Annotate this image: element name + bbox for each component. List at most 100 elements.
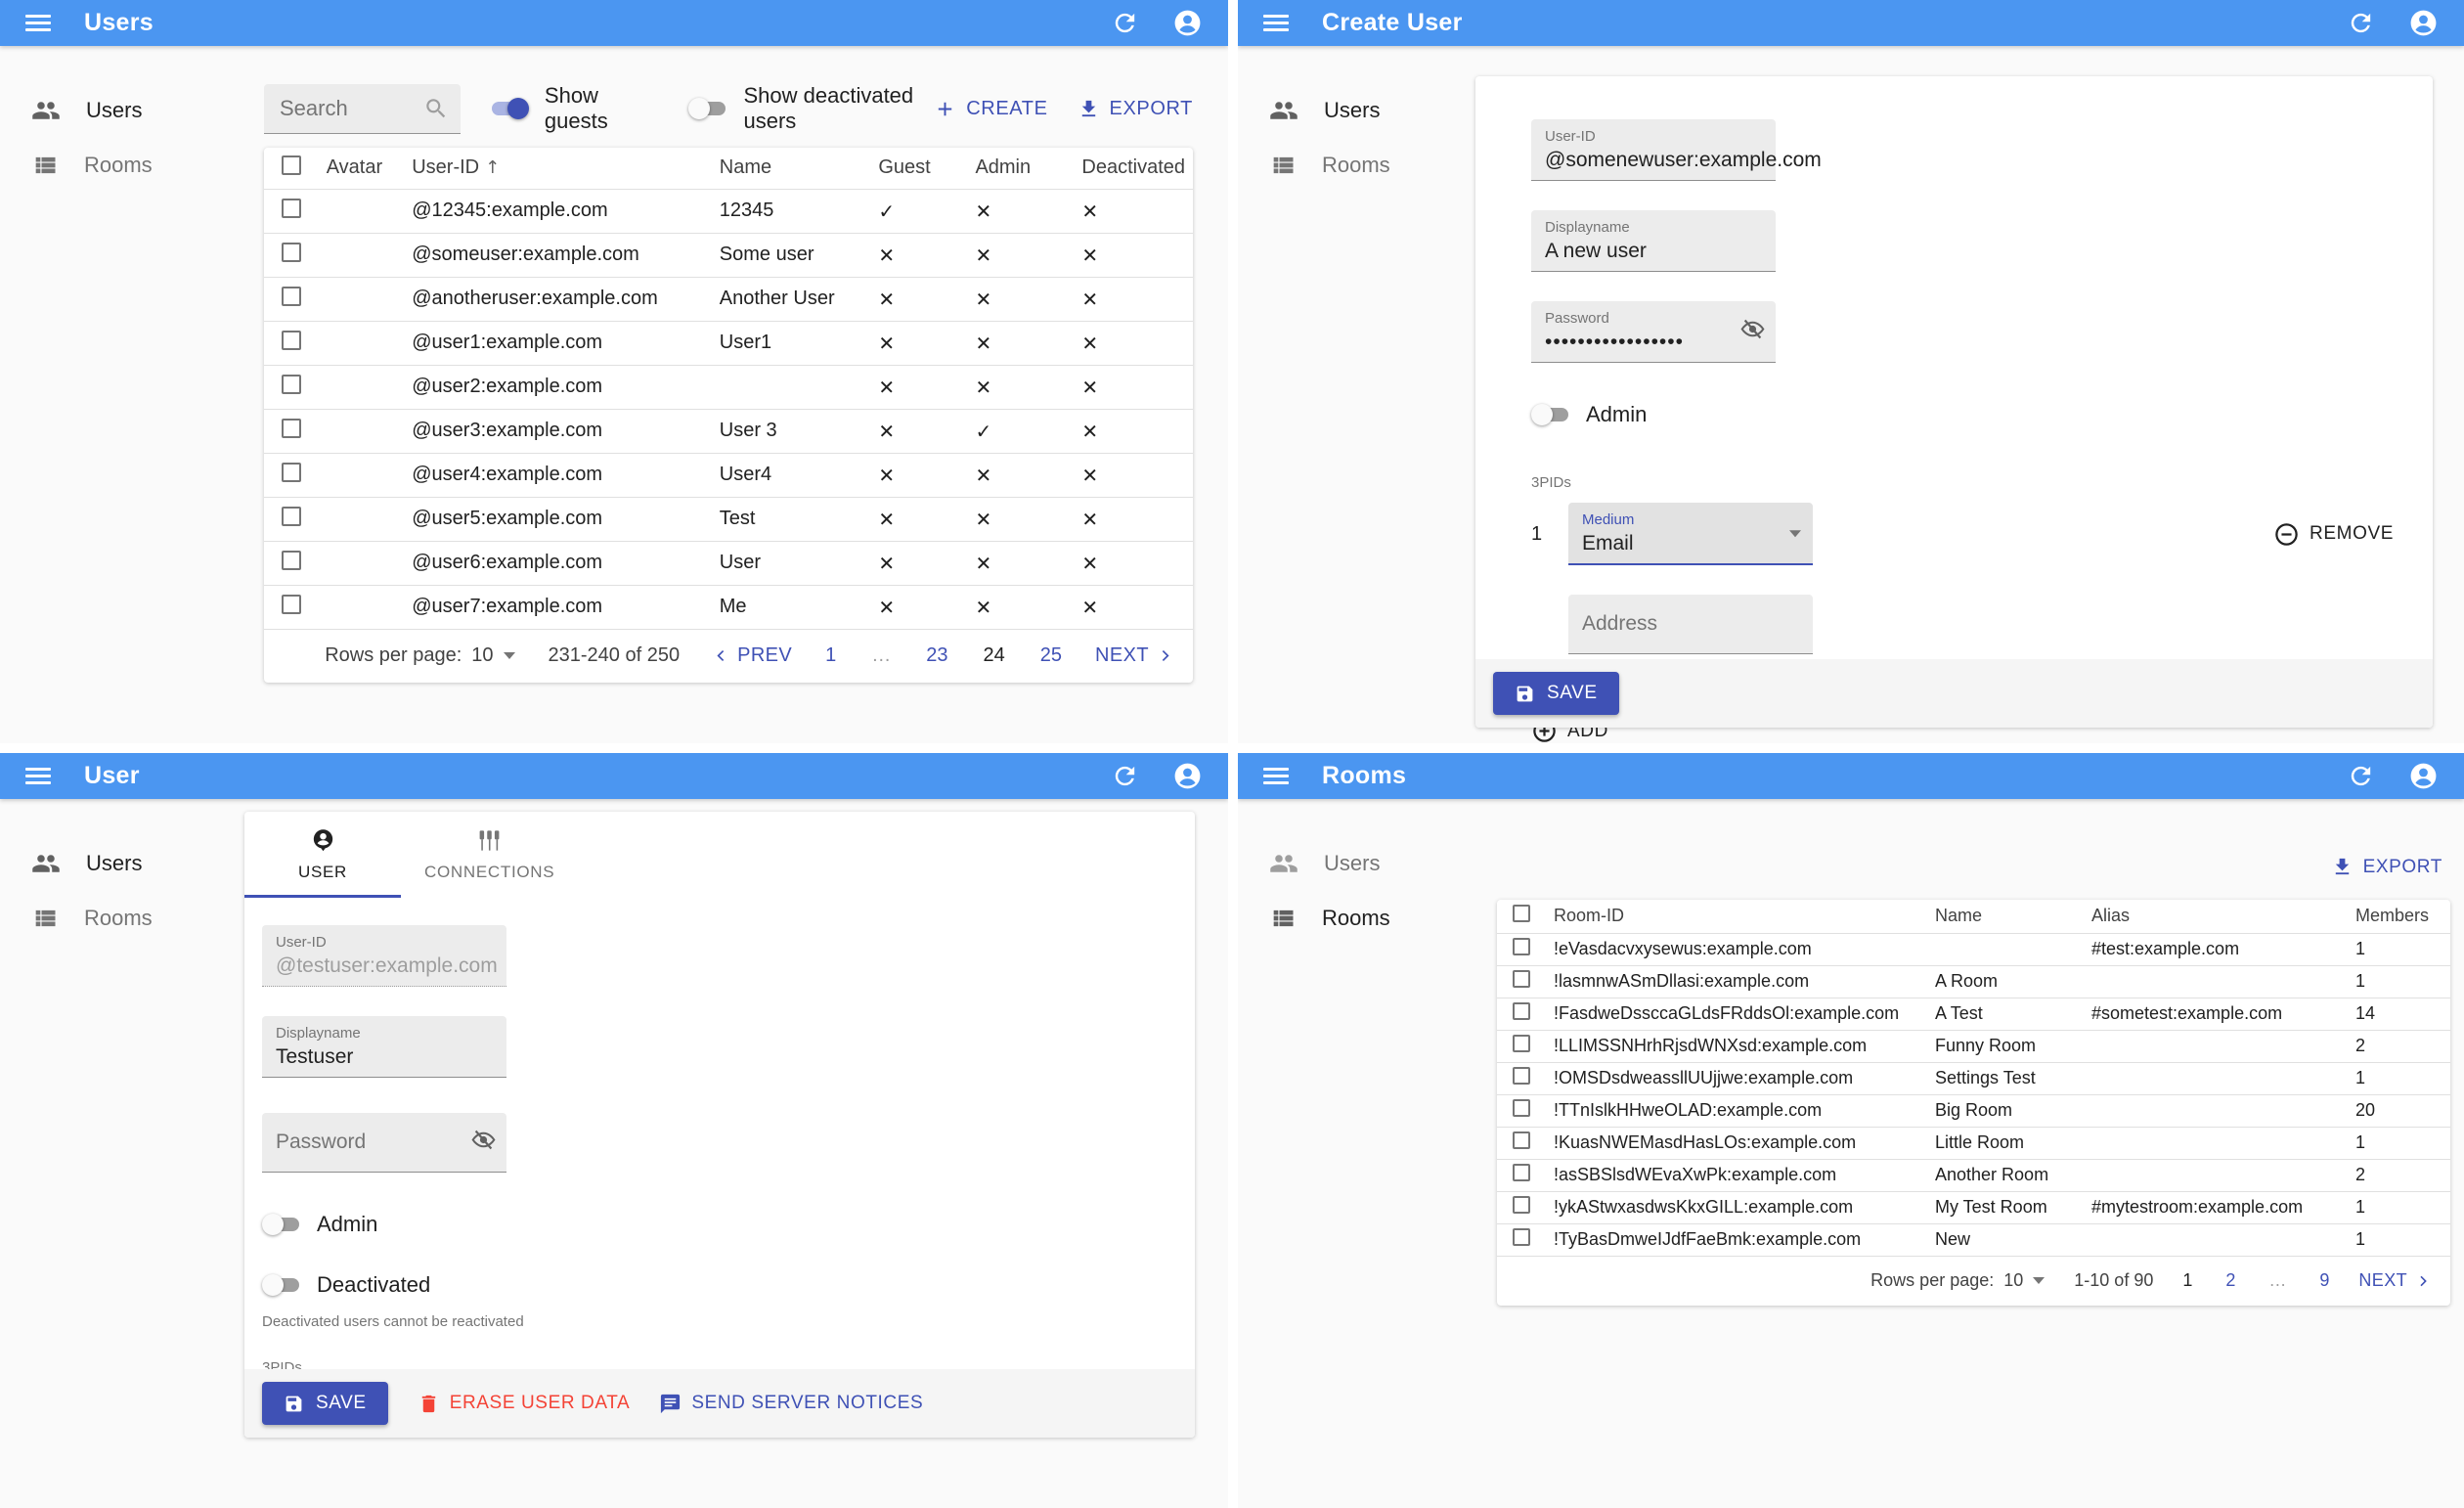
account-circle-icon[interactable] xyxy=(1172,8,1203,38)
displayname-field[interactable]: Displayname Testuser xyxy=(262,1016,506,1078)
row-checkbox[interactable] xyxy=(1513,1164,1530,1181)
page-number[interactable]: 23 xyxy=(926,644,947,667)
table-row[interactable]: @user4:example.com User4 ✕ ✕ ✕ xyxy=(264,453,1193,498)
table-row[interactable]: @user2:example.com ✕ ✕ ✕ xyxy=(264,365,1193,410)
visibility-off-icon[interactable] xyxy=(470,1127,497,1158)
displayname-field[interactable]: Displayname A new user xyxy=(1531,210,1776,272)
table-row[interactable]: @someuser:example.com Some user ✕ ✕ ✕ xyxy=(264,233,1193,278)
row-checkbox[interactable] xyxy=(1513,970,1530,988)
sidebar-item-users[interactable]: Users xyxy=(0,83,264,138)
sidebar-item-rooms[interactable]: Rooms xyxy=(0,138,264,193)
refresh-icon[interactable] xyxy=(1111,762,1139,790)
menu-icon[interactable] xyxy=(25,768,51,784)
row-checkbox[interactable] xyxy=(282,286,301,306)
refresh-icon[interactable] xyxy=(1111,9,1139,37)
col-user-id[interactable]: User-ID ↑ xyxy=(404,148,712,190)
select-all-checkbox[interactable] xyxy=(282,155,301,175)
table-row[interactable]: !eVasdacvxysewus:example.com #test:examp… xyxy=(1497,933,2450,966)
sidebar-item-users[interactable]: Users xyxy=(1238,836,1493,891)
row-checkbox[interactable] xyxy=(282,374,301,394)
page-number[interactable]: 2 xyxy=(2225,1270,2235,1291)
page-number[interactable]: 9 xyxy=(2319,1270,2329,1291)
medium-select[interactable]: Medium Email xyxy=(1568,503,1813,565)
table-row[interactable]: !ykAStwxasdwsKkxGILL:example.com My Test… xyxy=(1497,1191,2450,1224)
refresh-icon[interactable] xyxy=(2347,9,2375,37)
erase-user-data-button[interactable]: ERASE USER DATA xyxy=(418,1393,631,1415)
table-row[interactable]: @anotheruser:example.com Another User ✕ … xyxy=(264,277,1193,322)
table-row[interactable]: !TTnIslkHHweOLAD:example.com Big Room 20 xyxy=(1497,1094,2450,1128)
table-row[interactable]: @user6:example.com User ✕ ✕ ✕ xyxy=(264,541,1193,586)
sidebar-item-rooms[interactable]: Rooms xyxy=(0,891,244,946)
refresh-icon[interactable] xyxy=(2347,762,2375,790)
address-field[interactable]: Address xyxy=(1568,595,1813,654)
create-button[interactable]: CREATE xyxy=(934,98,1047,120)
table-row[interactable]: !TyBasDmweIJdfFaeBmk:example.com New 1 xyxy=(1497,1223,2450,1257)
visibility-off-icon[interactable] xyxy=(1739,316,1766,347)
table-row[interactable]: !OMSDsdweassllUUjjwe:example.com Setting… xyxy=(1497,1062,2450,1095)
show-guests-toggle[interactable] xyxy=(490,97,529,120)
row-checkbox[interactable] xyxy=(282,418,301,438)
table-row[interactable]: @user3:example.com User 3 ✕ ✓ ✕ xyxy=(264,409,1193,454)
export-button[interactable]: EXPORT xyxy=(1078,98,1193,120)
table-row[interactable]: !FasdweDssccaGLdsFRddsOl:example.com A T… xyxy=(1497,998,2450,1031)
row-checkbox[interactable] xyxy=(282,242,301,262)
export-button[interactable]: EXPORT xyxy=(2331,856,2442,878)
password-field[interactable]: Password ••••••••••••••••• xyxy=(1531,301,1776,363)
table-row[interactable]: !asSBSlsdWEvaXwPk:example.com Another Ro… xyxy=(1497,1159,2450,1192)
row-checkbox[interactable] xyxy=(1513,1002,1530,1020)
row-checkbox[interactable] xyxy=(1513,1099,1530,1117)
page-number[interactable]: 1 xyxy=(2182,1270,2192,1291)
tab-connections[interactable]: CONNECTIONS xyxy=(401,812,578,898)
row-checkbox[interactable] xyxy=(282,462,301,482)
admin-toggle[interactable] xyxy=(262,1213,301,1236)
next-page-button[interactable]: NEXT xyxy=(1095,644,1173,667)
table-row[interactable]: @user7:example.com Me ✕ ✕ ✕ xyxy=(264,585,1193,630)
table-row[interactable]: !KuasNWEMasdHasLOs:example.com Little Ro… xyxy=(1497,1127,2450,1160)
save-button[interactable]: SAVE xyxy=(262,1382,388,1425)
show-deactivated-toggle[interactable] xyxy=(688,97,727,120)
select-all-checkbox[interactable] xyxy=(1513,905,1530,923)
admin-toggle[interactable] xyxy=(1531,403,1570,426)
next-page-button[interactable]: NEXT xyxy=(2358,1270,2431,1291)
row-checkbox[interactable] xyxy=(1513,1035,1530,1052)
account-circle-icon[interactable] xyxy=(2408,8,2439,38)
row-checkbox[interactable] xyxy=(1513,1131,1530,1149)
sidebar-item-rooms[interactable]: Rooms xyxy=(1238,138,1475,193)
page-number[interactable]: … xyxy=(871,644,891,667)
send-server-notices-button[interactable]: SEND SERVER NOTICES xyxy=(659,1393,923,1415)
sidebar-item-rooms[interactable]: Rooms xyxy=(1238,891,1493,946)
row-checkbox[interactable] xyxy=(1513,1196,1530,1214)
row-checkbox[interactable] xyxy=(1513,1228,1530,1246)
row-checkbox[interactable] xyxy=(1513,938,1530,955)
table-row[interactable]: @12345:example.com 12345 ✓ ✕ ✕ xyxy=(264,189,1193,234)
page-number[interactable]: 24 xyxy=(984,644,1005,667)
deactivated-toggle[interactable] xyxy=(262,1273,301,1297)
table-row[interactable]: !lasmnwASmDllasi:example.com A Room 1 xyxy=(1497,965,2450,998)
row-checkbox[interactable] xyxy=(282,330,301,350)
sidebar-item-users[interactable]: Users xyxy=(0,836,244,891)
menu-icon[interactable] xyxy=(1263,15,1289,31)
account-circle-icon[interactable] xyxy=(1172,761,1203,791)
menu-icon[interactable] xyxy=(1263,768,1289,784)
page-number[interactable]: 1 xyxy=(825,644,836,667)
table-row[interactable]: @user5:example.com Test ✕ ✕ ✕ xyxy=(264,497,1193,542)
rows-per-page-select[interactable]: Rows per page: 10 xyxy=(1870,1270,2046,1291)
row-checkbox[interactable] xyxy=(282,594,301,614)
remove-threepid-button[interactable]: REMOVE xyxy=(2273,521,2394,548)
save-button[interactable]: SAVE xyxy=(1493,672,1619,715)
row-checkbox[interactable] xyxy=(282,198,301,218)
sidebar-item-users[interactable]: Users xyxy=(1238,83,1475,138)
row-checkbox[interactable] xyxy=(282,550,301,570)
account-circle-icon[interactable] xyxy=(2408,761,2439,791)
page-number[interactable]: … xyxy=(2268,1270,2286,1291)
prev-page-button[interactable]: PREV xyxy=(713,644,792,667)
tab-user[interactable]: USER xyxy=(244,812,401,898)
password-field[interactable]: Password xyxy=(262,1113,506,1173)
table-row[interactable]: @user1:example.com User1 ✕ ✕ ✕ xyxy=(264,321,1193,366)
row-checkbox[interactable] xyxy=(1513,1067,1530,1085)
table-row[interactable]: !LLIMSSNHrhRjsdWNXsd:example.com Funny R… xyxy=(1497,1030,2450,1063)
menu-icon[interactable] xyxy=(25,15,51,31)
page-number[interactable]: 25 xyxy=(1040,644,1062,667)
rows-per-page-select[interactable]: Rows per page: 10 xyxy=(325,644,515,667)
user-id-field[interactable]: User-ID @somenewuser:example.com xyxy=(1531,119,1822,181)
